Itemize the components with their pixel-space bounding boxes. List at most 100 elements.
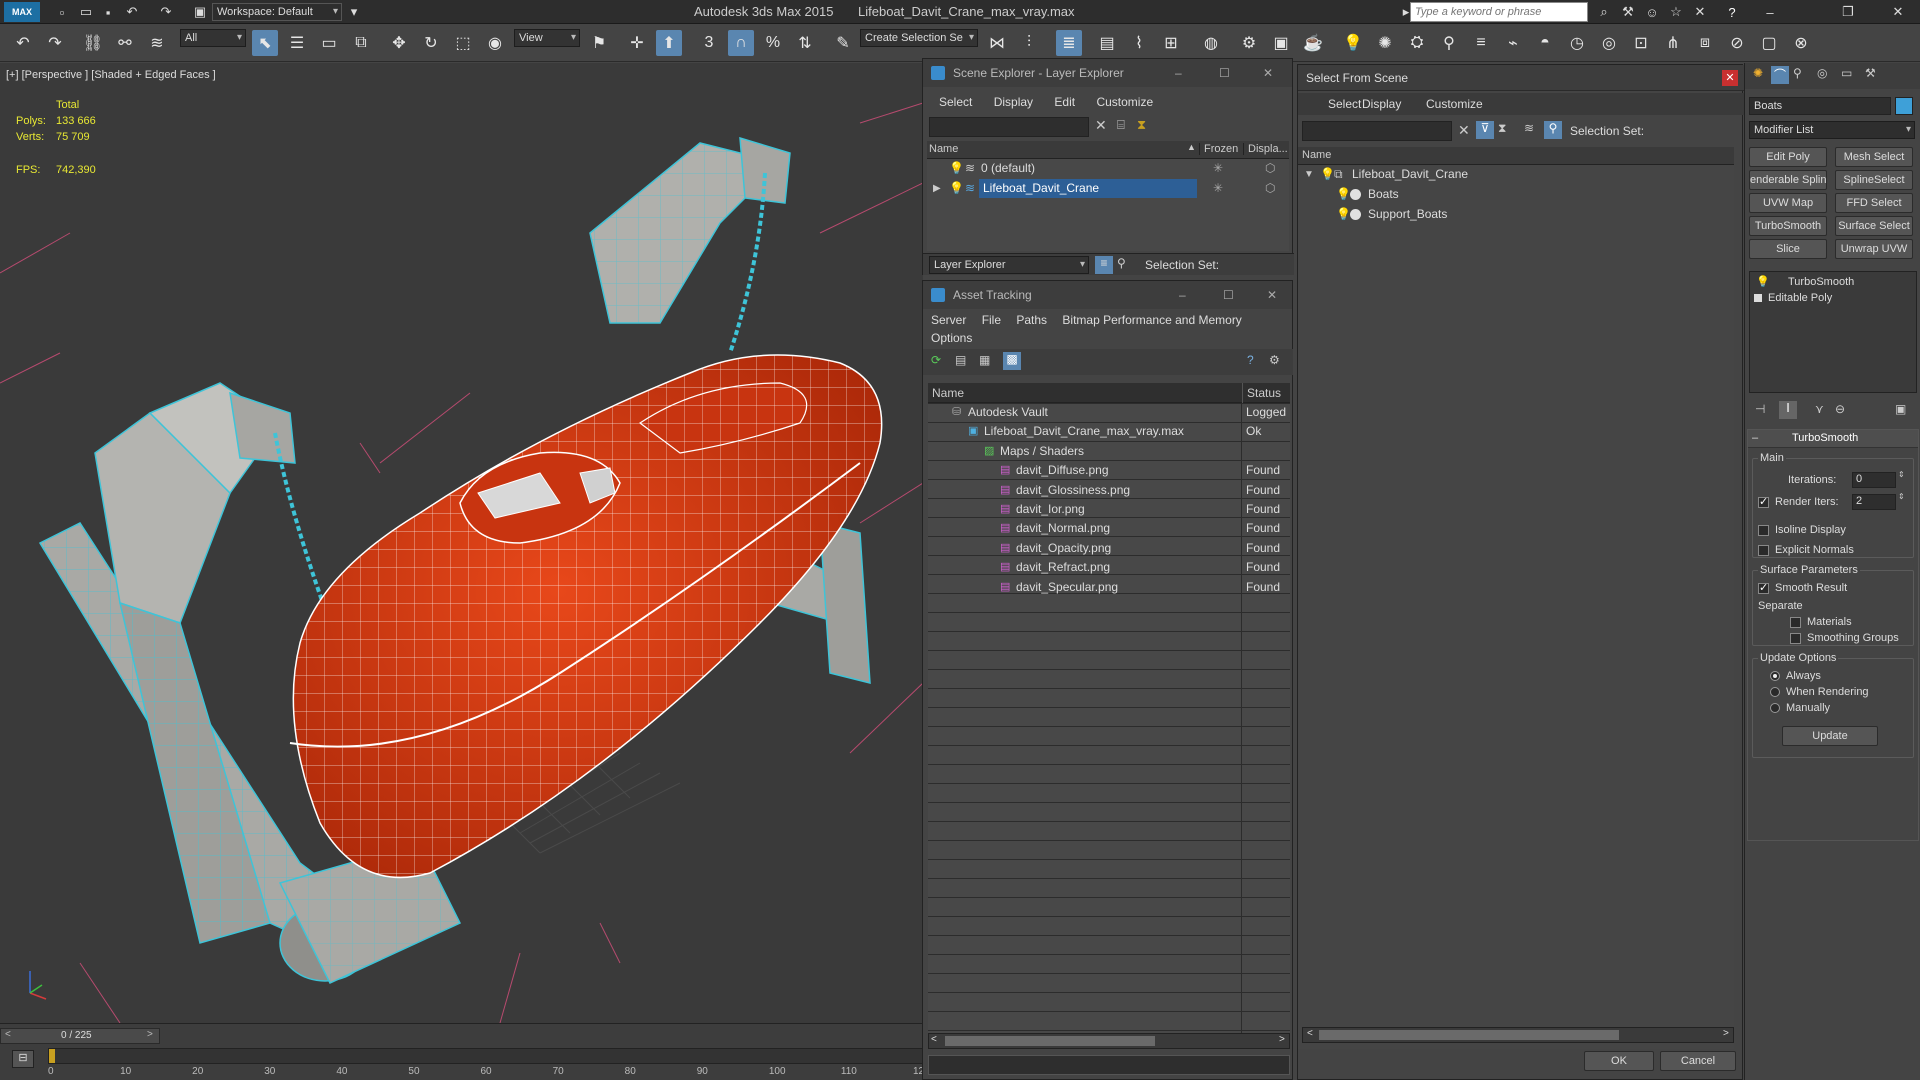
redo-small-icon[interactable]: ↷ xyxy=(156,3,176,21)
at-table-view-icon[interactable]: ▩ xyxy=(1003,352,1021,370)
at-scroll-left-icon[interactable]: < xyxy=(931,1034,937,1045)
snap-toggle-icon[interactable]: 3 xyxy=(696,30,722,56)
modifier-list-dropdown[interactable]: Modifier List xyxy=(1749,121,1915,139)
modifier-button[interactable]: Mesh Select xyxy=(1835,147,1913,167)
light-bulb-icon[interactable]: 💡 xyxy=(1320,165,1335,184)
display-box-icon[interactable]: ⬡ xyxy=(1265,179,1275,198)
unlink-icon[interactable]: ⚯ xyxy=(112,30,138,56)
vray-light-icon[interactable]: ◓ xyxy=(1532,30,1558,56)
link-icon[interactable]: ⛓ xyxy=(80,30,106,56)
se-sort-icon[interactable]: ▲ xyxy=(1187,142,1196,152)
close-icon[interactable]: ✕ xyxy=(1888,3,1908,21)
sfs-filter-icon[interactable]: ⊽ xyxy=(1476,121,1494,139)
render-production-icon[interactable]: ☕ xyxy=(1300,30,1326,56)
isoline-checkbox[interactable] xyxy=(1758,524,1769,536)
at-menu-options[interactable]: Options xyxy=(931,331,972,345)
at-menu-file[interactable]: File xyxy=(982,313,1001,327)
at-hscrollbar[interactable]: < > xyxy=(928,1033,1290,1049)
schematic-view-icon[interactable]: ⊞ xyxy=(1158,30,1184,56)
at-path-field[interactable] xyxy=(928,1055,1290,1075)
light-bulb-icon[interactable]: 💡 xyxy=(949,179,964,198)
sfs-scroll-right-icon[interactable]: > xyxy=(1723,1028,1729,1039)
layer-row[interactable]: 💡 ≋ 0 (default) ✳ ⬡ xyxy=(927,159,1289,178)
modifier-button[interactable]: TurboSmooth xyxy=(1749,216,1827,236)
rect-selection-icon[interactable]: ▭ xyxy=(316,30,342,56)
spacewarp-icon[interactable]: ≡ xyxy=(1468,30,1494,56)
light-bulb-icon[interactable]: 💡 xyxy=(1336,185,1351,204)
named-selection-dropdown[interactable]: Create Selection Se xyxy=(860,29,978,47)
utilities-tab-icon[interactable]: ⚒ xyxy=(1865,66,1876,80)
sfs-menu-display[interactable]: Display xyxy=(1362,97,1401,111)
se-layer-mode-icon[interactable]: ≡ xyxy=(1095,256,1113,274)
ref-coord-dropdown[interactable]: View xyxy=(514,29,580,47)
se-menu-edit[interactable]: Edit xyxy=(1054,95,1075,109)
asset-row[interactable]: ▤ davit_Diffuse.png Found xyxy=(928,461,1290,480)
percent-snap-icon[interactable]: % xyxy=(760,30,786,56)
rotate-icon[interactable]: ↻ xyxy=(418,30,444,56)
update-button[interactable]: Update xyxy=(1782,726,1878,746)
material-editor-icon[interactable]: ◍ xyxy=(1198,30,1224,56)
freeze-icon[interactable]: ✳ xyxy=(1213,159,1223,178)
at-col-status[interactable]: Status xyxy=(1242,383,1281,403)
asset-row[interactable]: ▤ davit_Glossiness.png Found xyxy=(928,481,1290,500)
track-bar[interactable] xyxy=(48,1048,923,1064)
at-list-icon[interactable]: ▤ xyxy=(955,353,966,367)
at-scroll-right-icon[interactable]: > xyxy=(1279,1034,1285,1045)
sfs-search-input[interactable] xyxy=(1302,121,1452,141)
mini-curve-editor-icon[interactable]: ⊟ xyxy=(12,1050,34,1068)
configure-sets-icon[interactable]: ▣ xyxy=(1895,402,1906,416)
at-help-icon[interactable]: ? xyxy=(1247,353,1254,367)
at-col-name[interactable]: Name xyxy=(932,386,964,400)
smoothing-groups-option[interactable]: Smoothing Groups xyxy=(1790,632,1899,644)
angle-snap-icon[interactable]: ∩ xyxy=(728,30,754,56)
show-end-result-icon[interactable]: Ⅰ xyxy=(1779,401,1797,419)
binoculars-icon[interactable]: ⌕ xyxy=(1594,3,1614,21)
at-close-icon[interactable]: ✕ xyxy=(1267,281,1277,309)
smooth-result-checkbox[interactable] xyxy=(1758,581,1769,594)
modifier-button[interactable]: Surface Select xyxy=(1835,216,1913,236)
make-unique-icon[interactable]: ⋎ xyxy=(1815,402,1824,416)
perspective-viewport[interactable]: [+] [Perspective ] [Shaded + Edged Faces… xyxy=(0,63,923,1023)
expand-arrow-icon[interactable]: ▶ xyxy=(933,179,941,198)
freeze-icon[interactable]: ✳ xyxy=(1213,179,1223,198)
iterations-spin-arrows-icon[interactable]: ⇕ xyxy=(1898,470,1905,479)
scale-icon[interactable]: ⬚ xyxy=(450,30,476,56)
tools-icon[interactable]: ⚒ xyxy=(1618,3,1638,21)
window-crossing-icon[interactable]: ⧉ xyxy=(348,30,374,56)
undo-icon[interactable]: ↶ xyxy=(10,30,36,56)
select-manipulate-icon[interactable]: ✛ xyxy=(624,30,650,56)
se-search-input[interactable] xyxy=(929,117,1089,137)
pivot-center-icon[interactable]: ⚑ xyxy=(586,30,612,56)
workspace-dropdown[interactable]: Workspace: Default xyxy=(212,3,342,21)
asset-row[interactable]: ▤ davit_Opacity.png Found xyxy=(928,539,1290,558)
sfs-layer-icon[interactable]: ≋ xyxy=(1524,121,1534,135)
se-menu-display[interactable]: Display xyxy=(994,95,1033,109)
at-settings-icon[interactable]: ⚙ xyxy=(1269,353,1280,367)
light-bulb-icon[interactable]: 💡 xyxy=(1756,274,1770,290)
vray-sphere-icon[interactable]: ⊘ xyxy=(1724,30,1750,56)
asset-row[interactable]: ▤ davit_Ior.png Found xyxy=(928,500,1290,519)
always-option[interactable]: Always xyxy=(1770,670,1821,682)
light-bulb-icon[interactable]: 💡 xyxy=(1336,205,1351,224)
selection-filter-dropdown[interactable]: All xyxy=(180,29,246,47)
restore-icon[interactable]: ❐ xyxy=(1838,3,1858,21)
modifier-button[interactable]: UVW Map xyxy=(1749,193,1827,213)
sfs-scroll-left-icon[interactable]: < xyxy=(1307,1028,1313,1039)
at-maximize-icon[interactable]: ☐ xyxy=(1223,281,1234,309)
layer-explorer-icon[interactable]: ≣ xyxy=(1056,30,1082,56)
render-setup-icon[interactable]: ⚙ xyxy=(1236,30,1262,56)
mirror-icon[interactable]: ⋈ xyxy=(984,30,1010,56)
rollout-header[interactable]: – TurboSmooth xyxy=(1748,430,1918,448)
asset-row[interactable]: ▤ davit_Normal.png Found xyxy=(928,519,1290,538)
modifier-button[interactable]: SplineSelect xyxy=(1835,170,1913,190)
time-slider-next-icon[interactable]: > xyxy=(147,1029,153,1040)
pin-stack-icon[interactable]: ⊣ xyxy=(1755,402,1765,416)
vray-sun-icon[interactable]: ◷ xyxy=(1564,30,1590,56)
bind-spacewarp-icon[interactable]: ≋ xyxy=(144,30,170,56)
manually-option[interactable]: Manually xyxy=(1770,702,1830,714)
display-box-icon[interactable]: ⬡ xyxy=(1265,159,1275,178)
render-iters-spin-arrows-icon[interactable]: ⇕ xyxy=(1898,492,1905,501)
at-menu-server[interactable]: Server xyxy=(931,313,966,327)
asset-row[interactable]: ▤ davit_Specular.png Found xyxy=(928,578,1290,597)
tree-item[interactable]: 💡 Boats xyxy=(1298,185,1734,204)
